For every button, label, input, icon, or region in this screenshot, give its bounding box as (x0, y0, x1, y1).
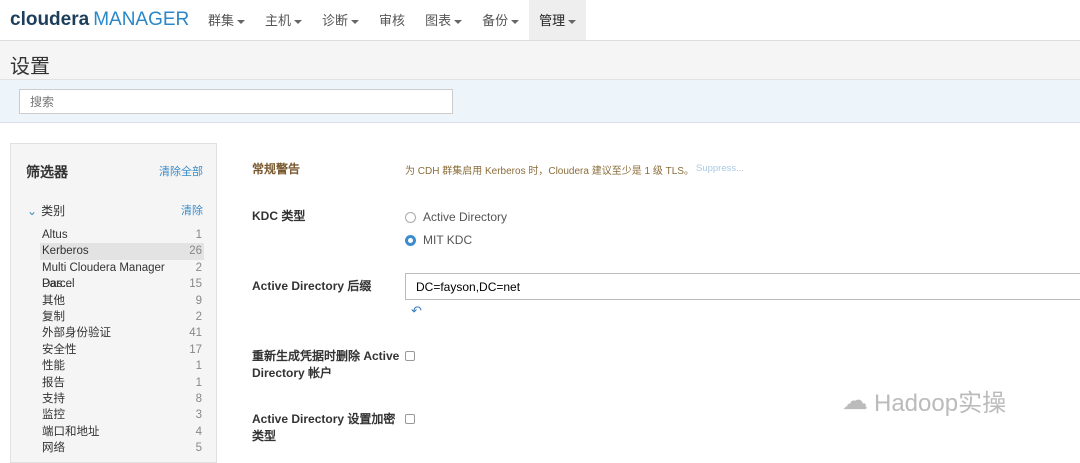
kdc-option-mit-label: MIT KDC (423, 233, 473, 247)
watermark: ☁ Hadoop实操 (842, 383, 1006, 418)
category-item[interactable]: Multi Cloudera Manager Das... 2 (40, 260, 204, 290)
caret-down-icon (237, 19, 246, 24)
category-item[interactable]: Altus 1 (40, 227, 204, 243)
caret-down-icon (454, 19, 463, 24)
category-item-count: 9 (195, 294, 202, 307)
category-item[interactable]: 支持 8 (40, 391, 204, 407)
kdc-option-ad[interactable]: Active Directory (405, 210, 507, 224)
wechat-icon: ☁ (842, 385, 868, 415)
nav-item[interactable]: 管理 (529, 0, 587, 40)
category-item[interactable]: 性能 1 (40, 358, 204, 374)
filter-panel: 筛选器 清除全部 ⌄ 类别 清除 Altus 1 Kerberos 26 Multi Cl… (10, 143, 217, 463)
category-item-count: 2 (195, 261, 202, 274)
category-item-count: 1 (195, 229, 202, 241)
category-item-count: 1 (195, 360, 202, 373)
category-item-label: 安全性 (42, 343, 77, 356)
delete-ad-account-checkbox[interactable] (405, 351, 415, 361)
category-item-label: Parcel (42, 278, 75, 291)
category-item-count: 2 (195, 310, 202, 323)
category-item-count: 3 (195, 409, 202, 422)
category-item[interactable]: 报告 1 (40, 375, 204, 391)
category-item[interactable]: Kerberos 26 (40, 243, 204, 260)
nav-item[interactable]: 主机 (255, 0, 312, 40)
chevron-down-icon: ⌄ (27, 204, 38, 218)
nav-item-label: 群集 (208, 13, 235, 28)
caret-down-icon (568, 19, 577, 24)
category-item-label: Kerberos (42, 245, 89, 258)
radio-icon (405, 211, 416, 223)
nav-item[interactable]: 审核 (369, 0, 415, 40)
caret-down-icon (294, 19, 303, 24)
category-item[interactable]: 网络 5 (40, 440, 204, 456)
caret-down-icon (511, 19, 520, 24)
category-item-count: 41 (189, 327, 202, 340)
category-item-label: 网络 (42, 442, 65, 455)
general-warning-label: 常规警告 (252, 162, 301, 176)
nav-item[interactable]: 群集 (198, 0, 255, 40)
top-nav: cloudera MANAGER 群集 主机 诊断 审核 图表 备份 管理 (0, 0, 1080, 41)
clear-all-link[interactable]: 清除全部 (159, 163, 203, 179)
filter-title: 筛选器 (26, 164, 68, 180)
encryption-type-label: Active Directory 设置加密类型 (252, 412, 396, 443)
nav-item[interactable]: 诊断 (312, 0, 369, 40)
category-list: Altus 1 Kerberos 26 Multi Cloudera Manager D… (40, 227, 204, 456)
category-item-label: 支持 (42, 392, 65, 405)
logo[interactable]: cloudera MANAGER (10, 9, 189, 31)
category-item-label: 报告 (42, 376, 65, 389)
search-input[interactable] (19, 89, 453, 114)
category-item-count: 5 (195, 442, 202, 455)
page-title: 设置 (10, 56, 50, 78)
kdc-option-mit[interactable]: MIT KDC (405, 233, 472, 247)
category-item-label: Altus (42, 229, 68, 241)
title-bar: 设置 (0, 41, 1080, 80)
category-item-count: 8 (195, 392, 202, 405)
category-item[interactable]: 安全性 17 (40, 342, 204, 358)
category-item-label: 端口和地址 (42, 425, 100, 438)
nav-item-label: 主机 (265, 13, 292, 28)
radio-selected-icon (405, 234, 416, 246)
nav-item-label: 诊断 (322, 13, 349, 28)
category-item-label: 性能 (42, 360, 65, 373)
category-item[interactable]: 其他 9 (40, 293, 204, 309)
category-item-label: 其他 (42, 294, 65, 307)
category-item[interactable]: Parcel 15 (40, 276, 204, 292)
category-item-label: 外部身份验证 (42, 327, 111, 340)
category-item[interactable]: 监控 3 (40, 407, 204, 423)
category-item-label: Multi Cloudera Manager Das... (42, 261, 165, 290)
category-item[interactable]: 复制 2 (40, 309, 204, 325)
nav-item-label: 审核 (379, 13, 406, 28)
nav-item-label: 图表 (425, 13, 452, 28)
caret-down-icon (351, 19, 360, 24)
category-item-label: 复制 (42, 310, 65, 323)
category-item-count: 17 (189, 343, 202, 356)
category-item-count: 26 (189, 245, 202, 258)
nav-item-label: 管理 (539, 13, 566, 28)
main-menu: 群集 主机 诊断 审核 图表 备份 管理 (198, 0, 587, 40)
encryption-type-checkbox[interactable] (405, 414, 415, 424)
category-label: 类别 (41, 204, 66, 218)
search-bar (0, 80, 1080, 123)
category-item-count: 15 (189, 278, 202, 291)
ad-suffix-label: Active Directory 后缀 (252, 279, 372, 293)
suppress-link[interactable]: Suppress... (696, 163, 744, 174)
undo-icon[interactable]: ↶ (411, 303, 422, 319)
category-item-count: 1 (195, 376, 202, 389)
kdc-type-label: KDC 类型 (252, 209, 306, 223)
category-item-label: 监控 (42, 409, 65, 422)
watermark-text: Hadoop实操 (874, 390, 1007, 417)
category-item[interactable]: 端口和地址 4 (40, 424, 204, 440)
category-toggle[interactable]: ⌄ 类别 (27, 202, 65, 219)
nav-item[interactable]: 图表 (415, 0, 472, 40)
category-item-count: 4 (195, 425, 202, 438)
category-item[interactable]: 外部身份验证 41 (40, 325, 204, 341)
general-warning-text: 为 CDH 群集启用 Kerberos 时，Cloudera 建议至少是 1 级… (405, 166, 694, 177)
ad-suffix-input[interactable] (405, 273, 1080, 300)
nav-item[interactable]: 备份 (472, 0, 529, 40)
nav-item-label: 备份 (482, 13, 509, 28)
kdc-option-ad-label: Active Directory (423, 210, 508, 224)
delete-ad-account-label: 重新生成凭据时删除 Active Directory 帐户 (252, 349, 400, 380)
category-clear-link[interactable]: 清除 (181, 202, 203, 218)
